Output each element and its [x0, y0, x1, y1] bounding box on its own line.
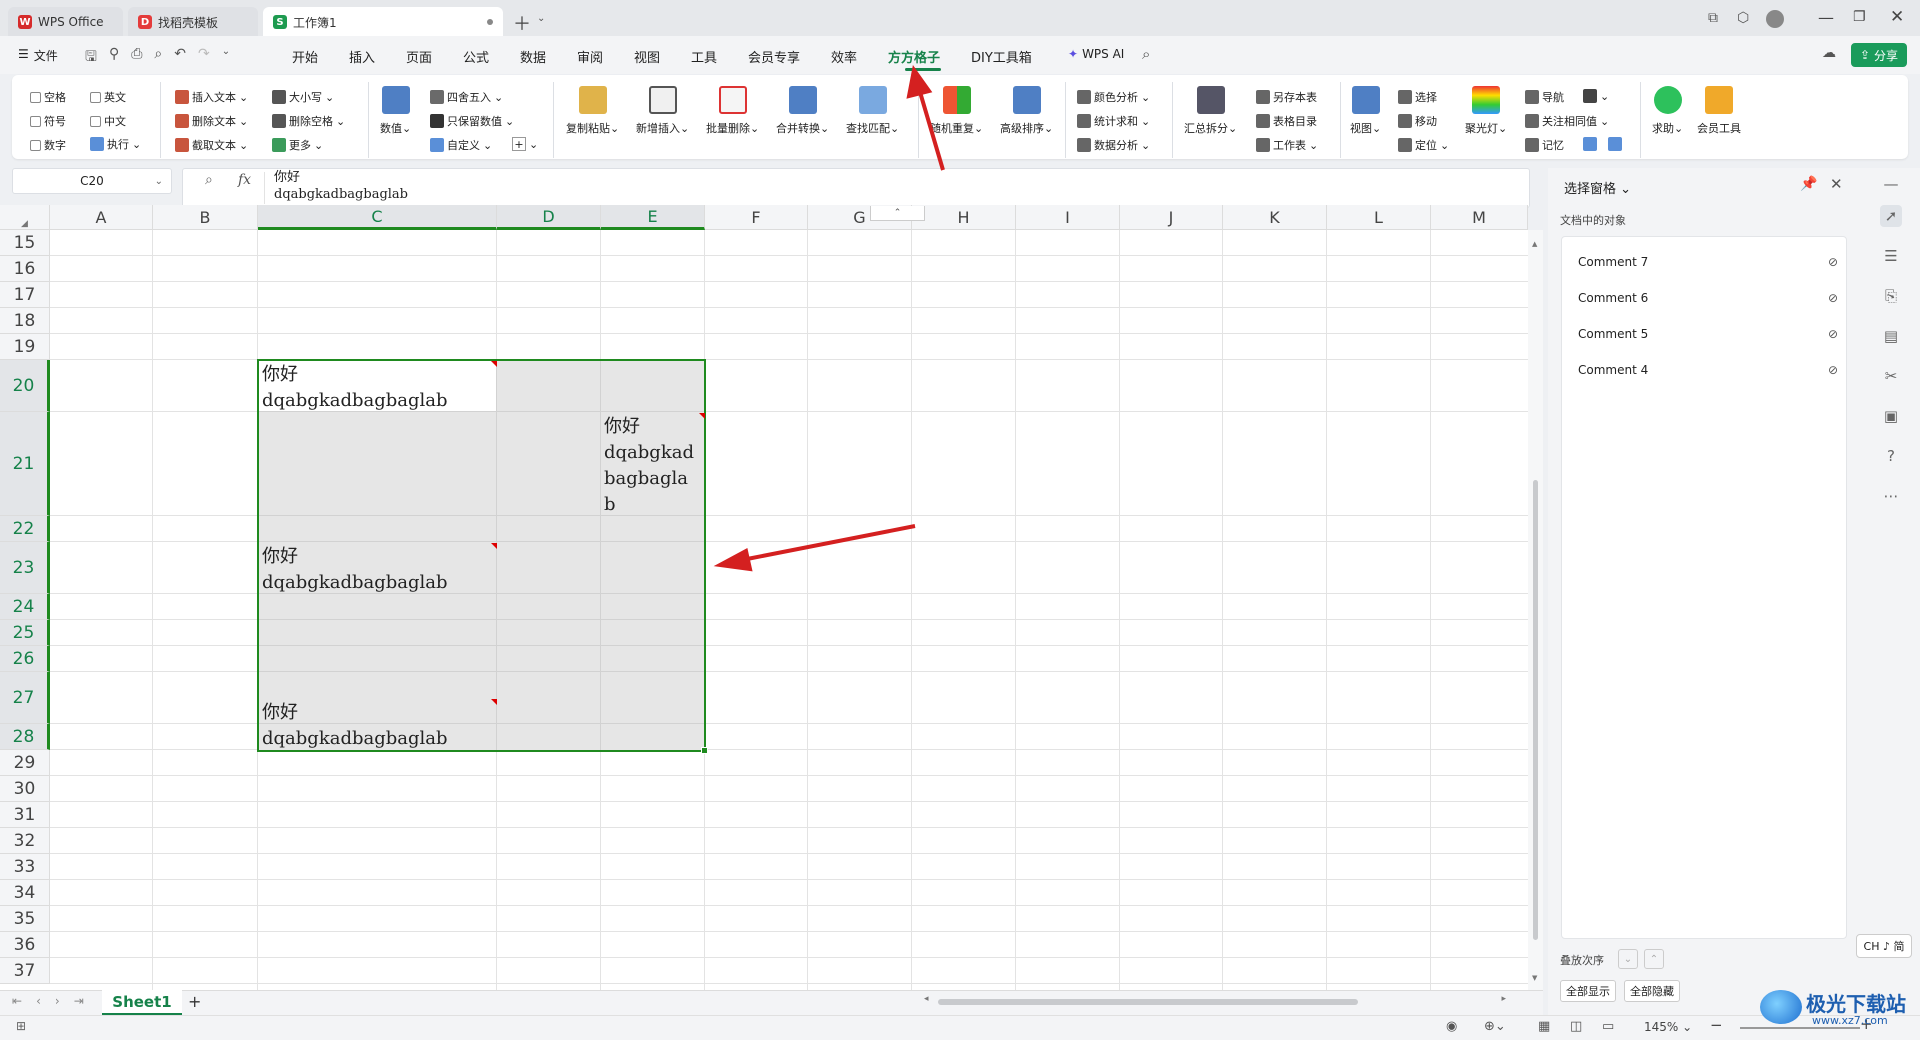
visibility-hidden-icon[interactable]: ⊘ [1828, 363, 1838, 377]
zoom-level[interactable]: 145% ⌄ [1644, 1020, 1692, 1034]
watermark-text: 极光下载站 [1806, 992, 1906, 1016]
scroll-left-icon[interactable]: ◂ [924, 994, 929, 1004]
macro-record-icon[interactable]: ⊞ [16, 1019, 26, 1033]
first-sheet-icon[interactable]: ⇤ [12, 994, 22, 1008]
more-dots-icon[interactable]: ⋯ [1880, 485, 1902, 507]
visibility-hidden-icon[interactable]: ⊘ [1828, 291, 1838, 305]
page-layout-view-icon[interactable]: ◫ [1570, 1019, 1582, 1034]
collapse-rail-icon[interactable]: — [1880, 173, 1902, 195]
order-up-button[interactable]: ⌃ [1644, 949, 1664, 969]
object-item[interactable]: Comment 6 ⊘ [1578, 280, 1838, 316]
order-down-button[interactable]: ⌄ [1618, 949, 1638, 969]
zoom-out-icon[interactable]: − [1710, 1016, 1723, 1034]
object-item[interactable]: Comment 4 ⊘ [1578, 352, 1838, 388]
zoom-slider[interactable] [1740, 1027, 1860, 1029]
wps-window: W WPS Office D 找稻壳模板 S 工作簿1 ＋ ⌄ ⧉ ⬡ — ❐ … [0, 0, 1920, 1040]
status-bar [0, 1015, 1920, 1040]
add-sheet-icon[interactable]: + [188, 992, 201, 1011]
visibility-hidden-icon[interactable]: ⊘ [1828, 327, 1838, 341]
last-sheet-icon[interactable]: ⇥ [74, 994, 84, 1008]
object-item[interactable]: Comment 5 ⊘ [1578, 316, 1838, 352]
scroll-right-icon[interactable]: ▸ [1501, 994, 1506, 1004]
locate-cell-icon[interactable]: ⊕⌄ [1484, 1019, 1506, 1034]
arrow-to-menu-tab [906, 65, 945, 171]
scroll-down-icon[interactable]: ▼ [1532, 974, 1537, 982]
object-item[interactable]: Comment 7 ⊘ [1578, 244, 1838, 280]
watermark-logo [1760, 990, 1802, 1024]
properties-icon[interactable]: ☰ [1880, 245, 1902, 267]
page-break-view-icon[interactable]: ▭ [1602, 1019, 1614, 1034]
ime-indicator[interactable]: CH ♪ 简 [1856, 934, 1912, 958]
scroll-thumb[interactable] [1533, 480, 1538, 940]
help-icon[interactable]: ? [1880, 445, 1902, 467]
prev-sheet-icon[interactable]: ‹ [36, 994, 41, 1008]
horizontal-scrollbar[interactable]: ◂ ▸ [906, 994, 1506, 1008]
selection-pane-title[interactable]: 选择窗格 ⌄ [1564, 178, 1631, 197]
vertical-scrollbar[interactable]: ▲ ▼ [1528, 230, 1543, 990]
show-all-button[interactable]: 全部显示 [1560, 980, 1616, 1002]
h-scroll-thumb[interactable] [938, 999, 1358, 1005]
visibility-hidden-icon[interactable]: ⊘ [1828, 255, 1838, 269]
normal-view-icon[interactable]: ▦ [1538, 1019, 1550, 1034]
objects-subtitle: 文档中的对象 [1560, 214, 1626, 227]
watermark-url: www.xz7.com [1812, 1014, 1888, 1027]
stack-order-label: 叠放次序 [1560, 954, 1604, 967]
next-sheet-icon[interactable]: › [55, 994, 60, 1008]
scroll-up-icon[interactable]: ▲ [1532, 240, 1537, 248]
sheet-nav-icons: ⇤ ‹ › ⇥ [12, 994, 84, 1008]
hide-all-button[interactable]: 全部隐藏 [1624, 980, 1680, 1002]
book-icon[interactable]: ▣ [1880, 405, 1902, 427]
selection-cursor-icon[interactable]: ➚ [1880, 205, 1902, 227]
arrow-to-selection [713, 524, 916, 572]
eye-protect-icon[interactable]: ◉ [1446, 1019, 1457, 1034]
pin-pane-icon[interactable]: 📌 [1800, 176, 1817, 192]
chart-icon[interactable]: ▤ [1880, 325, 1902, 347]
format-icon[interactable]: ⎘ [1880, 285, 1902, 307]
sheet-tab-sheet1[interactable]: Sheet1 [102, 990, 182, 1015]
close-pane-icon[interactable]: ✕ [1830, 175, 1843, 193]
tools-icon[interactable]: ✂ [1880, 365, 1902, 387]
